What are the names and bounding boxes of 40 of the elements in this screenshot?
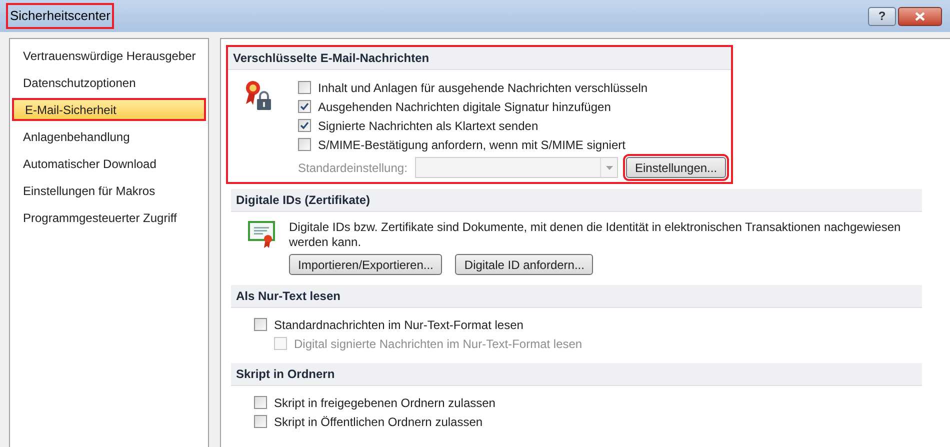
window-title: Sicherheitscenter — [6, 3, 114, 29]
sidebar-item[interactable]: Automatischer Download — [12, 152, 206, 175]
close-icon — [915, 12, 925, 20]
certificate-icon — [247, 219, 277, 249]
checkbox[interactable] — [254, 318, 267, 331]
check-icon — [300, 121, 309, 130]
sidebar-item[interactable]: E-Mail-Sicherheit — [12, 98, 206, 121]
field-label: Standardeinstellung: — [298, 160, 408, 176]
checkbox[interactable] — [298, 81, 311, 94]
section-header: Verschlüsselte E-Mail-Nachrichten — [228, 47, 731, 70]
section-header: Skript in Ordnern — [231, 363, 922, 386]
checkbox-label: Digital signierte Nachrichten im Nur-Text-Format lesen — [294, 336, 582, 352]
certificate-lock-icon — [244, 80, 274, 112]
checkbox[interactable] — [298, 100, 311, 113]
checkbox-label: Inhalt und Anlagen für ausgehende Nachrichten verschlüsseln — [318, 80, 648, 96]
checkbox-label: S/MIME-Bestätigung anfordern, wenn mit S/MIME signiert — [318, 136, 626, 154]
sidebar-item[interactable]: Anlagenbehandlung — [12, 125, 206, 148]
checkbox[interactable] — [254, 415, 267, 428]
checkbox[interactable] — [254, 396, 267, 409]
checkbox[interactable] — [298, 119, 311, 132]
help-button[interactable]: ? — [868, 6, 896, 26]
checkbox-label: Standardnachrichten im Nur-Text-Format lesen — [274, 316, 524, 334]
checkbox-label: Skript in Öffentlichen Ordnern zulassen — [274, 414, 483, 430]
close-button[interactable] — [898, 6, 942, 26]
sidebar-item[interactable]: Datenschutzoptionen — [12, 71, 206, 94]
checkbox-label: Skript in freigegebenen Ordnern zulassen — [274, 394, 496, 412]
sidebar-item[interactable]: Vertrauenswürdige Herausgeber — [12, 44, 206, 67]
dialog-button[interactable]: Digitale ID anfordern... — [455, 254, 594, 275]
dialog-button[interactable]: Einstellungen... — [626, 157, 726, 178]
sidebar-item[interactable]: Programmgesteuerter Zugriff — [12, 206, 206, 229]
checkbox-label: Signierte Nachrichten als Klartext senden — [318, 118, 538, 134]
dropdown-arrow-icon — [606, 166, 612, 170]
description-text: Digitale IDs bzw. Zertifikate sind Dokumente, mit denen die Identität in elektronischen Transaktionen nachgewiesen werden kann. — [289, 220, 902, 250]
section-header: Digitale IDs (Zertifikate) — [231, 189, 922, 212]
checkbox-label: Ausgehenden Nachrichten digitale Signatur hinzufügen — [318, 98, 611, 116]
sidebar-item[interactable]: Einstellungen für Makros — [12, 179, 206, 202]
dialog-button[interactable]: Importieren/Exportieren... — [289, 254, 442, 275]
checkbox[interactable] — [298, 138, 311, 151]
check-icon — [300, 102, 309, 111]
section-header: Als Nur-Text lesen — [231, 285, 922, 308]
